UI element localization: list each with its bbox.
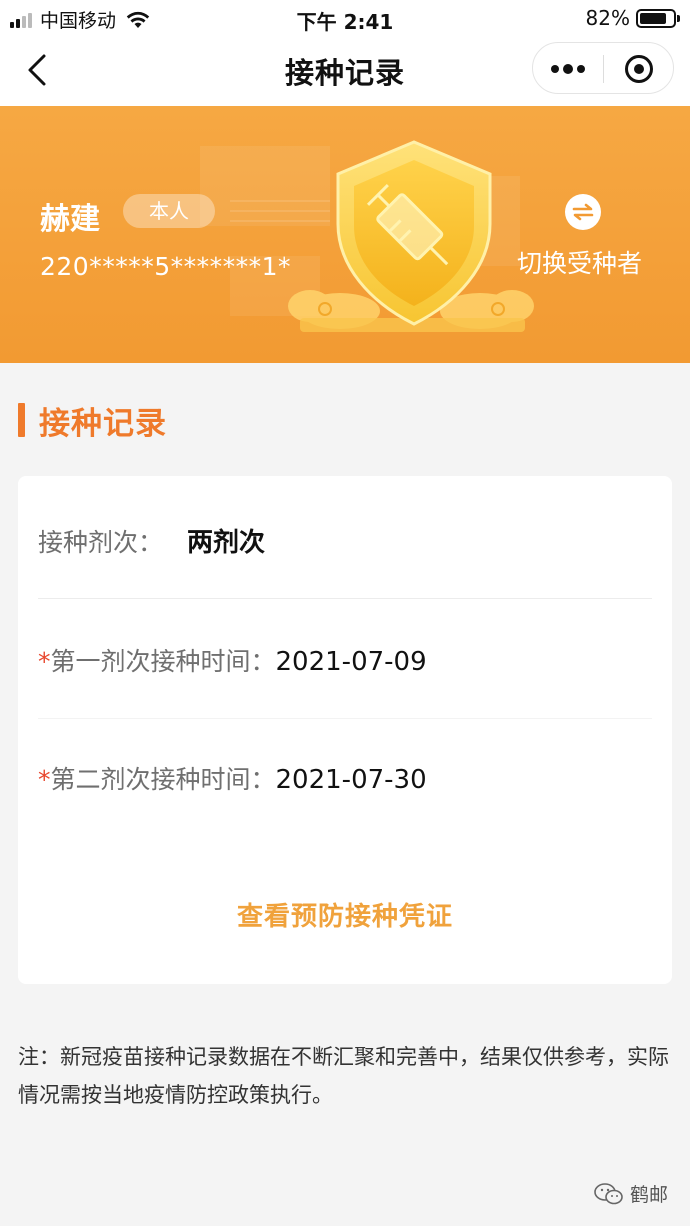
battery-icon: [636, 8, 680, 28]
required-mark: *: [38, 765, 51, 794]
target-circle-icon[interactable]: [604, 43, 674, 95]
vaccination-record-card: 接种剂次： 两剂次 * 第一剂次接种时间： 2021-07-09 * 第二剂次接…: [18, 476, 672, 984]
swap-arrows-icon[interactable]: [565, 194, 601, 230]
row-divider: [38, 718, 652, 719]
relation-badge: 本人: [123, 194, 215, 228]
watermark-text: 鹤邮: [629, 1184, 668, 1206]
id-number: 220*****5*******1*: [40, 252, 292, 281]
doses-label: 接种剂次：: [38, 528, 164, 557]
section-header: 接种记录: [18, 400, 167, 442]
mini-program-capsule: [532, 42, 674, 94]
view-certificate-link[interactable]: 查看预防接种凭证: [18, 896, 672, 933]
section-title: 接种记录: [39, 405, 167, 442]
doses-row: 接种剂次： 两剂次: [38, 522, 652, 559]
user-banner: 赫建 本人 220*****5*******1* 切换受种者: [0, 106, 690, 363]
nav-bar: 接种记录: [0, 36, 690, 106]
status-bar: 中国移动 下午 2:41 82%: [0, 0, 690, 36]
disclaimer-note: 注：新冠疫苗接种记录数据在不断汇聚和完善中，结果仅供参考，实际情况需按当地疫情防…: [18, 1045, 669, 1107]
switch-recipient-button[interactable]: 切换受种者: [517, 244, 642, 280]
second-dose-date: 2021-07-30: [275, 765, 427, 795]
status-right: 82%: [585, 6, 680, 30]
second-dose-row: * 第二剂次接种时间： 2021-07-30: [38, 760, 652, 796]
user-name: 赫建: [40, 202, 100, 237]
battery-percent: 82%: [585, 6, 630, 30]
first-dose-label: 第一剂次接种时间：: [50, 647, 276, 676]
first-dose-date: 2021-07-09: [275, 647, 427, 677]
shield-syringe-icon: [200, 140, 534, 332]
row-divider: [38, 598, 652, 599]
watermark: 鹤邮: [594, 1180, 668, 1207]
second-dose-label: 第二剂次接种时间：: [50, 765, 276, 794]
wechat-icon: [594, 1182, 623, 1204]
doses-value: 两剂次: [187, 528, 266, 558]
section-accent-bar: [18, 403, 25, 437]
required-mark: *: [38, 647, 51, 676]
first-dose-row: * 第一剂次接种时间： 2021-07-09: [38, 642, 652, 678]
more-dots-icon[interactable]: [533, 43, 603, 95]
